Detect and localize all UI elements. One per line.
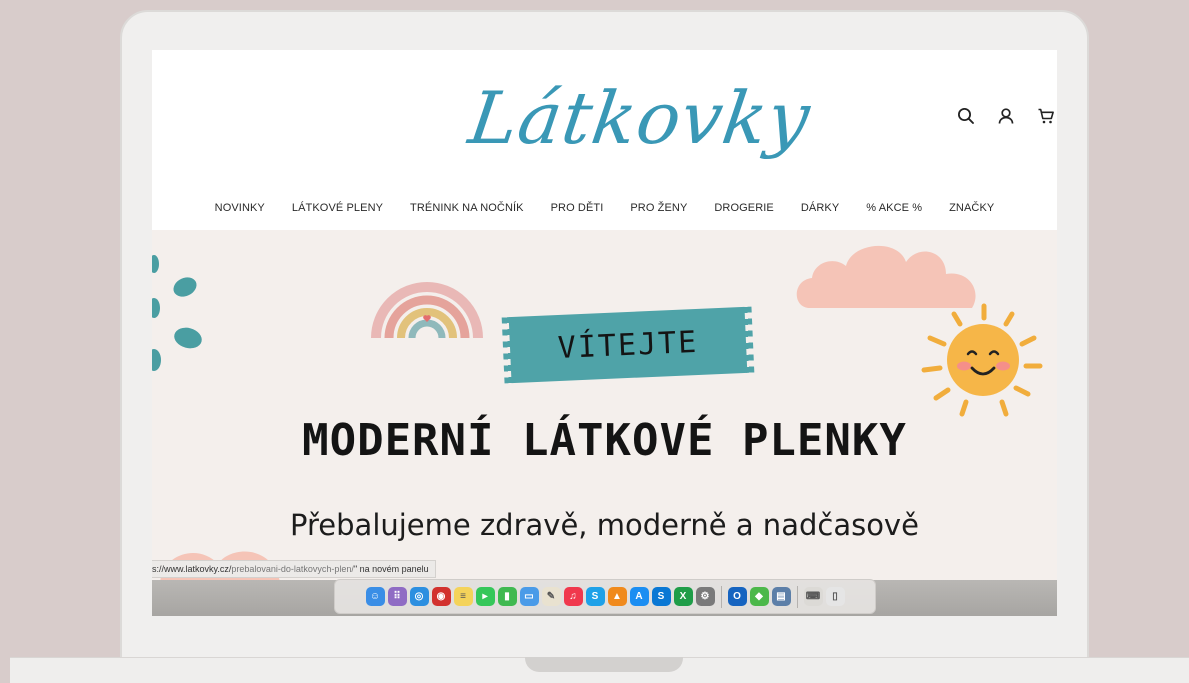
dock-separator [720, 585, 722, 608]
user-icon[interactable] [995, 104, 1017, 128]
screen: Látkovky NOVINKY LÁTKOVÉ PLENY TRÉNINK N… [152, 50, 1057, 616]
trash-icon[interactable]: ▯ [825, 587, 845, 606]
preview-icon[interactable]: ▤ [771, 587, 791, 606]
nav-item-znacky[interactable]: ZNAČKY [949, 202, 994, 220]
status-url-suffix: " na novém panelu [353, 564, 429, 574]
sun-icon [921, 303, 1043, 417]
safari-icon[interactable]: ◎ [409, 587, 429, 606]
nav-item-pro-deti[interactable]: PRO DĚTI [551, 202, 604, 220]
keynote-icon[interactable]: ▭ [519, 587, 539, 606]
welcome-text: VÍTEJTE [557, 324, 699, 366]
numbers-icon[interactable]: ▮ [497, 587, 517, 606]
dock: ☺ ⠿ ◎ ◉ ≡ ▸ ▮ ▭ ✎ ♫ S ▲ A S X ⚙ O ◆ ▤ ⌨ ▯ [334, 579, 876, 614]
nav-item-akce[interactable]: % AKCE % [866, 202, 922, 220]
facetime-icon[interactable]: ▸ [475, 587, 495, 606]
site-logo[interactable]: Látkovky [462, 58, 815, 178]
dock-separator [796, 585, 798, 608]
skype-business-icon[interactable]: S [651, 587, 671, 606]
notes-icon[interactable]: ≡ [453, 587, 473, 606]
hero-headline: MODERNÍ LÁTKOVÉ PLENKY [302, 415, 907, 466]
music-icon[interactable]: ♫ [563, 587, 583, 606]
header-icons [955, 104, 1057, 128]
app-store-icon[interactable]: A [629, 587, 649, 606]
security-icon[interactable]: ◆ [749, 587, 769, 606]
nav-item-darky[interactable]: DÁRKY [801, 202, 839, 220]
decor-dots [152, 255, 202, 371]
vlc-icon[interactable]: ▲ [607, 587, 627, 606]
cart-icon[interactable] [1035, 104, 1057, 128]
link-status-bar: s://www.latkovky.cz/prebalovani-do-latko… [152, 560, 436, 578]
nav-item-trenink-na-nocnik[interactable]: TRÉNINK NA NOČNÍK [410, 202, 524, 220]
keyboard-viewer-icon[interactable]: ⌨ [803, 587, 823, 606]
main-nav: NOVINKY LÁTKOVÉ PLENY TRÉNINK NA NOČNÍK … [152, 202, 1057, 220]
photo-booth-icon[interactable]: ◉ [431, 587, 451, 606]
status-url-path: prebalovani-do-latkovych-plen/ [231, 564, 354, 574]
nav-item-latkove-pleny[interactable]: LÁTKOVÉ PLENY [292, 202, 383, 220]
finder-icon[interactable]: ☺ [365, 587, 385, 606]
nav-item-drogerie[interactable]: DROGERIE [714, 202, 773, 220]
search-icon[interactable] [955, 104, 977, 128]
launchpad-icon[interactable]: ⠿ [387, 587, 407, 606]
textedit-icon[interactable]: ✎ [541, 587, 561, 606]
welcome-tag: VÍTEJTE [508, 306, 748, 384]
rainbow-icon [371, 282, 483, 339]
nav-item-novinky[interactable]: NOVINKY [215, 202, 265, 220]
skype-icon[interactable]: S [585, 587, 605, 606]
excel-icon[interactable]: X [673, 587, 693, 606]
nav-item-pro-zeny[interactable]: PRO ŽENY [630, 202, 687, 220]
laptop-notch [525, 657, 683, 672]
status-url-prefix: s://www.latkovky.cz/ [152, 564, 232, 574]
hero-banner[interactable]: VÍTEJTE MODERNÍ LÁTKOVÉ PLENKY Přebaluje… [152, 230, 1057, 580]
site-header: Látkovky NOVINKY LÁTKOVÉ PLENY TRÉNINK N… [152, 50, 1057, 230]
system-preferences-icon[interactable]: ⚙ [695, 587, 715, 606]
outlook-icon[interactable]: O [727, 587, 747, 606]
hero-subline: Přebalujeme zdravě, moderně a nadčasově [290, 508, 919, 542]
